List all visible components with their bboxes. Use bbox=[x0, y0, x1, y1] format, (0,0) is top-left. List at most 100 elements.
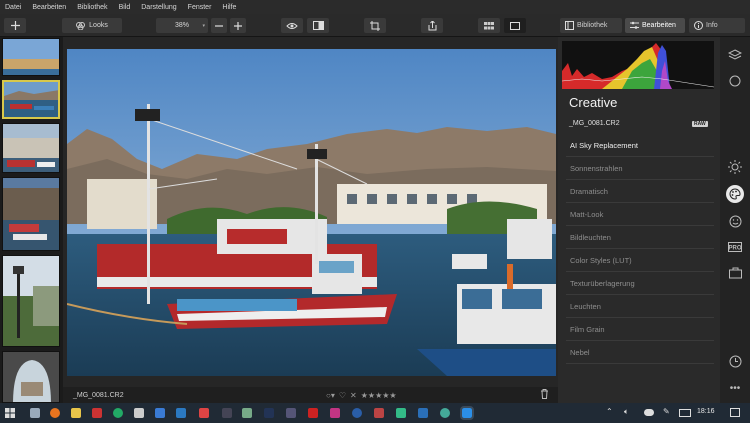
menu-bild[interactable]: Bild bbox=[119, 4, 131, 11]
luminar-icon[interactable] bbox=[460, 406, 474, 420]
pro-button[interactable]: PRO bbox=[727, 239, 743, 255]
tool-texturueberlagerung[interactable]: Texturüberlagerung bbox=[566, 272, 714, 295]
menu-bar: Datei Bearbeiten Bibliothek Bild Darstel… bbox=[0, 0, 750, 14]
briefcase-icon bbox=[728, 267, 742, 279]
thumbnail[interactable] bbox=[2, 255, 60, 347]
pen-icon[interactable]: ✎ bbox=[663, 407, 670, 416]
crop-button[interactable] bbox=[364, 18, 386, 33]
thumbnail[interactable] bbox=[2, 351, 60, 403]
tool-matt-look[interactable]: Matt-Look bbox=[566, 203, 714, 226]
sliders-icon bbox=[630, 21, 639, 29]
chevron-up-icon[interactable]: ⌃ bbox=[606, 407, 613, 416]
single-image-icon bbox=[510, 21, 520, 30]
masks-button[interactable] bbox=[727, 73, 743, 89]
essentials-button[interactable] bbox=[727, 159, 743, 175]
app-blue-icon[interactable] bbox=[155, 408, 165, 418]
thumbnail[interactable] bbox=[2, 177, 60, 251]
layers-button[interactable] bbox=[727, 47, 743, 63]
toolbar: Looks 38% ▾ Bibliothek Bearbeiten Info bbox=[0, 14, 750, 37]
color-label-icon[interactable]: ○▾ bbox=[326, 391, 335, 400]
tool-nebel[interactable]: Nebel bbox=[566, 341, 714, 364]
app-icon[interactable] bbox=[242, 408, 252, 418]
image-viewer[interactable] bbox=[63, 37, 558, 387]
info-icon bbox=[694, 21, 703, 30]
grid-view-button[interactable] bbox=[478, 18, 500, 33]
thumbnail[interactable] bbox=[2, 123, 60, 173]
tool-bildleuchten[interactable]: Bildleuchten bbox=[566, 226, 714, 249]
keyboard-icon[interactable] bbox=[679, 409, 691, 417]
reject-icon[interactable]: ✕ bbox=[350, 391, 357, 400]
app-icon[interactable] bbox=[396, 408, 406, 418]
volume-icon[interactable]: 🔈︎ bbox=[624, 407, 629, 417]
cloud-icon[interactable] bbox=[644, 409, 654, 416]
looks-icon bbox=[76, 22, 86, 30]
app-icon[interactable] bbox=[286, 408, 296, 418]
menu-hilfe[interactable]: Hilfe bbox=[222, 4, 236, 11]
tool-sonnenstrahlen[interactable]: Sonnenstrahlen bbox=[566, 157, 714, 180]
spotify-icon[interactable] bbox=[113, 408, 123, 418]
viewer-filename: _MG_0081.CR2 bbox=[73, 391, 124, 399]
zoom-select[interactable]: 38% ▾ bbox=[156, 18, 208, 33]
trash-icon bbox=[541, 389, 548, 399]
add-button[interactable] bbox=[4, 18, 26, 33]
tool-film-grain[interactable]: Film Grain bbox=[566, 318, 714, 341]
app-icon[interactable] bbox=[330, 408, 340, 418]
mail-icon[interactable] bbox=[134, 408, 144, 418]
task-view-icon[interactable] bbox=[30, 408, 40, 418]
menu-bibliothek[interactable]: Bibliothek bbox=[77, 4, 107, 11]
app-icon[interactable] bbox=[418, 408, 428, 418]
tab-bearbeiten-label: Bearbeiten bbox=[642, 22, 676, 29]
preview-button[interactable] bbox=[281, 18, 303, 33]
firefox-icon[interactable] bbox=[50, 408, 60, 418]
menu-darstellung[interactable]: Darstellung bbox=[141, 4, 176, 11]
tab-bibliothek[interactable]: Bibliothek bbox=[560, 18, 622, 33]
tool-dramatisch[interactable]: Dramatisch bbox=[566, 180, 714, 203]
single-view-button[interactable] bbox=[504, 18, 526, 33]
app-icon[interactable] bbox=[352, 408, 362, 418]
delete-button[interactable] bbox=[540, 389, 549, 401]
tab-bearbeiten[interactable]: Bearbeiten bbox=[625, 18, 685, 33]
acrobat-icon[interactable] bbox=[308, 408, 318, 418]
menu-datei[interactable]: Datei bbox=[5, 4, 21, 11]
menu-fenster[interactable]: Fenster bbox=[188, 4, 212, 11]
tab-info[interactable]: Info bbox=[689, 18, 745, 33]
app-icon[interactable] bbox=[374, 408, 384, 418]
app-red-icon[interactable] bbox=[92, 408, 102, 418]
menu-bearbeiten[interactable]: Bearbeiten bbox=[32, 4, 66, 11]
photoshop-icon[interactable] bbox=[264, 408, 274, 418]
creative-button[interactable] bbox=[726, 185, 744, 203]
zoom-in-button[interactable] bbox=[230, 18, 246, 33]
tool-leuchten[interactable]: Leuchten bbox=[566, 295, 714, 318]
app-icon[interactable] bbox=[222, 408, 232, 418]
app-icon[interactable] bbox=[199, 408, 209, 418]
heart-icon[interactable]: ♡ bbox=[339, 391, 346, 400]
thumbnail-selected[interactable] bbox=[2, 80, 60, 119]
tool-ai-sky-replacement[interactable]: AI Sky Replacement bbox=[566, 134, 714, 157]
more-button[interactable]: ••• bbox=[727, 381, 743, 397]
export-button[interactable] bbox=[421, 18, 443, 33]
folder-icon[interactable] bbox=[71, 408, 81, 418]
thumbnail-image bbox=[3, 256, 59, 346]
app-icon[interactable] bbox=[440, 408, 450, 418]
crop-icon bbox=[370, 20, 380, 31]
business-button[interactable] bbox=[727, 265, 743, 281]
thumbnail[interactable] bbox=[2, 38, 60, 76]
looks-label: Looks bbox=[89, 22, 108, 29]
sun-icon bbox=[728, 160, 742, 174]
rating-stars[interactable]: ★★★★★ bbox=[361, 391, 397, 400]
clock-icon bbox=[729, 355, 741, 367]
clock[interactable]: 18:16 bbox=[697, 408, 715, 415]
windows-start-icon[interactable] bbox=[5, 408, 15, 418]
compare-button[interactable] bbox=[307, 18, 329, 33]
tab-info-label: Info bbox=[706, 22, 718, 29]
library-icon bbox=[565, 21, 574, 30]
history-button[interactable] bbox=[727, 353, 743, 369]
tool-color-styles[interactable]: Color Styles (LUT) bbox=[566, 249, 714, 272]
portrait-button[interactable] bbox=[727, 213, 743, 229]
looks-button[interactable]: Looks bbox=[62, 18, 122, 33]
panel-filename: _MG_0081.CR2 bbox=[569, 120, 620, 127]
app-icon[interactable] bbox=[176, 408, 186, 418]
zoom-out-button[interactable] bbox=[211, 18, 227, 33]
taskbar: ⌃ 🔈︎ ✎ 18:16 bbox=[0, 403, 750, 423]
notification-icon[interactable] bbox=[730, 408, 740, 417]
